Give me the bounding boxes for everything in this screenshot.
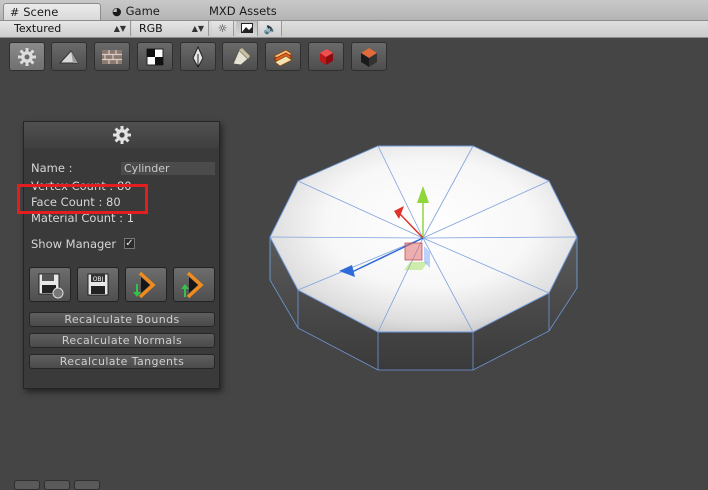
tab-mxd-assets[interactable]: MXD Assets <box>203 3 303 20</box>
brick-wall-icon <box>102 49 122 64</box>
bottom-tool-stub[interactable] <box>14 480 40 490</box>
recalculate-tangents-button[interactable]: Recalculate Tangents <box>29 354 215 369</box>
red-cube-tool-button[interactable] <box>308 42 344 71</box>
image-icon <box>240 23 253 33</box>
tab-game-label: Game <box>125 4 160 18</box>
save-obj-button[interactable]: OBJ <box>77 267 119 302</box>
tab-game[interactable]: ◕ Game <box>106 3 194 20</box>
export-play-icon <box>181 271 204 298</box>
paint-tool-button[interactable] <box>222 42 258 71</box>
scene-overlay-button[interactable] <box>236 21 258 36</box>
spray-paint-icon <box>232 47 250 66</box>
scene-lighting-button[interactable]: ☼ <box>212 21 234 36</box>
pen-tool-button[interactable] <box>180 42 216 71</box>
settings-gear-icon <box>18 47 36 66</box>
recalculate-bounds-button[interactable]: Recalculate Bounds <box>29 312 215 327</box>
sandwich-icon <box>273 49 293 66</box>
panel-header[interactable] <box>24 122 219 148</box>
tab-scene[interactable]: # Scene <box>3 3 101 20</box>
cylinder-mesh[interactable] <box>269 145 578 371</box>
scene-toolbar: Textured ▲▼ RGB ▲▼ ☼ 🔈 <box>0 21 708 38</box>
face-count-highlight <box>17 184 148 214</box>
brick-tool-button[interactable] <box>94 42 130 71</box>
dropdown-arrows-icon: ▲▼ <box>113 24 126 33</box>
save-mesh-icon <box>38 273 64 298</box>
show-manager-label: Show Manager <box>31 237 117 251</box>
scene-audio-button[interactable]: 🔈 <box>260 21 282 36</box>
import-button[interactable] <box>125 267 167 302</box>
dark-cube-tool-button[interactable] <box>351 42 387 71</box>
sun-icon: ☼ <box>217 22 228 35</box>
mesh-info-panel: Name : Cylinder Vertex Count : 80 Face C… <box>23 121 220 389</box>
pacman-icon: ◕ <box>112 5 122 18</box>
speaker-icon: 🔈 <box>263 22 278 35</box>
save-obj-icon: OBJ <box>87 273 109 295</box>
obj-label: OBJ <box>93 276 104 283</box>
dark-cube-icon <box>361 47 377 67</box>
color-mode-value: RGB <box>139 22 163 35</box>
name-label: Name : <box>31 161 73 175</box>
plane-icon <box>58 49 79 63</box>
plane-tool-button[interactable] <box>51 42 87 71</box>
render-mode-dropdown[interactable]: Textured ▲▼ <box>0 21 131 36</box>
name-field[interactable]: Cylinder <box>121 162 215 175</box>
export-button[interactable] <box>173 267 215 302</box>
bottom-tool-stub[interactable] <box>74 480 100 490</box>
tab-bar: # Scene ◕ Game MXD Assets <box>0 0 708 21</box>
settings-tool-button[interactable] <box>9 42 45 71</box>
tab-mxd-assets-label: MXD Assets <box>209 4 277 18</box>
grid-icon: # <box>10 6 20 19</box>
show-manager-checkbox[interactable]: ✓ <box>124 238 135 249</box>
tab-scene-label: Scene <box>23 5 59 19</box>
layer-tool-button[interactable] <box>265 42 301 71</box>
save-mesh-button[interactable] <box>29 267 71 302</box>
dropdown-arrows-icon: ▲▼ <box>191 24 204 33</box>
bottom-tool-stub[interactable] <box>44 480 70 490</box>
texture-tool-button[interactable] <box>137 42 173 71</box>
gear-icon <box>112 126 131 144</box>
check-mark-icon: ✓ <box>125 238 134 249</box>
red-cube-icon <box>320 48 333 65</box>
pen-nib-icon <box>192 45 204 68</box>
import-play-icon <box>133 271 156 298</box>
checker-texture-icon <box>146 48 164 65</box>
recalculate-normals-button[interactable]: Recalculate Normals <box>29 333 215 348</box>
render-mode-value: Textured <box>14 22 62 35</box>
color-mode-dropdown[interactable]: RGB ▲▼ <box>132 21 209 36</box>
